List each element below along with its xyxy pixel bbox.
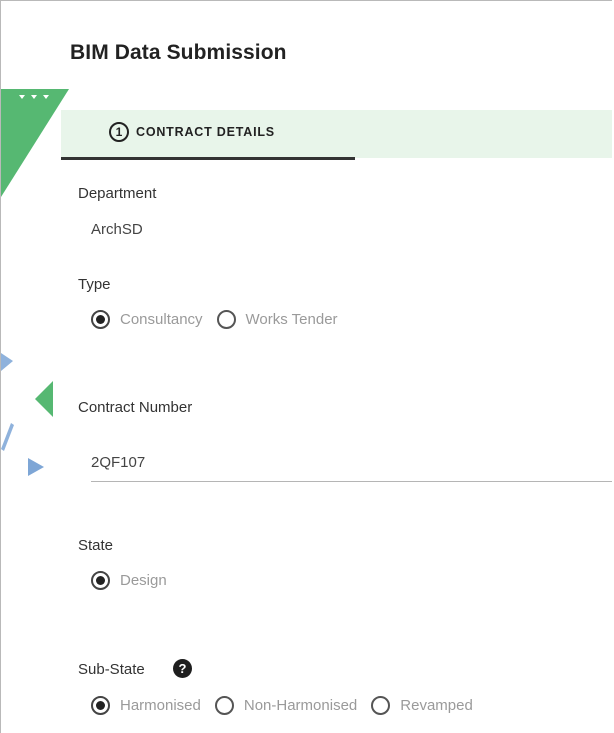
radio-checked-icon: [91, 310, 110, 329]
type-radio-group: Consultancy Works Tender: [91, 310, 338, 329]
sub-state-option-label: Revamped: [400, 697, 473, 714]
decorative-blue-triangle-small: [1, 353, 15, 373]
decorative-green-triangle-left: [35, 381, 55, 419]
state-radio-group: Design: [91, 571, 167, 590]
department-value: ArchSD: [91, 221, 143, 238]
type-option-label: Works Tender: [245, 311, 338, 328]
sub-state-label: Sub-State: [78, 661, 145, 678]
radio-unchecked-icon: [216, 310, 236, 329]
sub-state-option-label: Non-Harmonised: [243, 697, 358, 714]
state-option-design[interactable]: Design: [91, 571, 167, 590]
contract-number-field: [91, 447, 612, 482]
type-option-label: Consultancy: [120, 311, 203, 328]
state-option-label: Design: [120, 572, 167, 589]
tab-contract-details[interactable]: 1 CONTRACT DETAILS: [109, 122, 275, 142]
radio-checked-icon: [91, 696, 110, 715]
radio-checked-icon: [91, 571, 110, 590]
contract-number-label: Contract Number: [78, 399, 193, 416]
active-step-indicator: [61, 157, 355, 160]
type-label: Type: [78, 276, 111, 293]
state-label: State: [78, 537, 114, 554]
app-window: BIM Data Submission 1 CONTRACT DETAILS D…: [0, 0, 612, 733]
sub-state-option-non-harmonised[interactable]: Non-Harmonised: [214, 696, 358, 715]
question-icon[interactable]: ?: [173, 659, 192, 678]
sub-state-option-label: Harmonised: [120, 697, 201, 714]
department-label: Department: [78, 185, 157, 202]
contract-number-input[interactable]: [91, 447, 612, 477]
step-number-badge: 1: [109, 122, 129, 142]
decorative-blue-triangle-right: [28, 458, 46, 478]
sub-state-option-harmonised[interactable]: Harmonised: [91, 696, 201, 715]
radio-unchecked-icon: [214, 696, 234, 715]
decorative-blue-stroke: [1, 423, 15, 453]
step-label: CONTRACT DETAILS: [136, 125, 275, 139]
page-title: BIM Data Submission: [70, 41, 287, 64]
sub-state-option-revamped[interactable]: Revamped: [371, 696, 473, 715]
type-option-consultancy[interactable]: Consultancy: [91, 310, 203, 329]
radio-unchecked-icon: [371, 696, 391, 715]
sub-state-radio-group: Harmonised Non-Harmonised Revamped: [91, 696, 473, 715]
type-option-works-tender[interactable]: Works Tender: [216, 310, 338, 329]
